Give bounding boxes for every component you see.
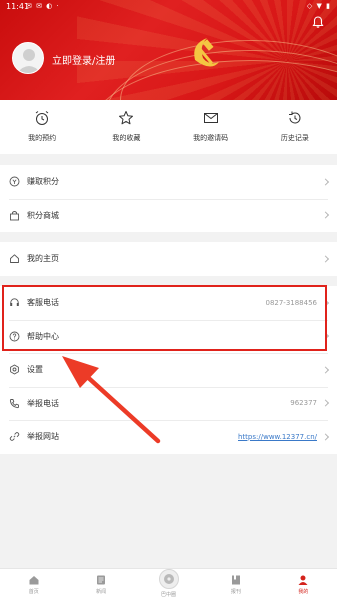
tab-newspaper[interactable]: 报刊 [202,569,269,600]
report-phone-number: 962377 [290,399,317,408]
row-label: 积分商城 [27,210,59,220]
shortcut-label: 我的预约 [28,134,57,142]
chevron-right-icon [321,433,330,441]
home-tab-icon [29,576,39,585]
row-points-mall[interactable]: 积分商城 [0,198,337,233]
alarm-clock-icon [35,111,49,125]
history-icon [288,111,301,124]
row-label: 赚取积分 [27,177,59,187]
shortcut-history[interactable]: 历史记录 [253,100,337,154]
tab-mine[interactable]: 我的 [270,569,337,600]
annotation-highlight-box [2,285,327,351]
shortcut-my-favorites[interactable]: 我的收藏 [84,100,168,154]
tab-label: 新闻 [96,589,107,595]
tab-label: 首页 [28,589,39,595]
row-my-homepage[interactable]: 我的主页 [0,242,337,276]
shortcut-my-reservations[interactable]: 我的预约 [0,100,84,154]
chevron-right-icon [321,366,330,374]
status-bar: 11:41 ✉ ✉ ◐ · ◇ ▼ ▮ [0,0,337,14]
shortcut-label: 我的邀请码 [193,134,229,142]
tab-home[interactable]: 首页 [0,569,67,600]
row-label: 我的主页 [27,254,59,264]
shop-icon [10,210,19,221]
login-register-link[interactable]: 立即登录/注册 [52,52,115,67]
paper-tab-icon [231,575,240,585]
disc-tab-icon [158,569,179,589]
user-tab-icon [298,575,308,585]
row-report-phone[interactable]: 举报电话 962377 [0,386,337,421]
bottom-navigation: 首页 新闻 巴中圈 报刊 我的 [0,568,337,600]
row-label: 举报电话 [27,398,59,408]
row-label: 设置 [27,365,43,375]
coin-icon [9,176,20,187]
status-system-icons: ◇ ▼ ▮ [306,2,331,10]
chevron-right-icon [321,211,330,219]
row-report-website[interactable]: 举报网站 https://www.12377.cn/ [0,420,337,454]
points-group: 赚取积分 积分商城 [0,165,337,232]
tab-news[interactable]: 新闻 [67,569,134,600]
row-earn-points[interactable]: 赚取积分 [0,165,337,199]
chevron-right-icon [321,178,330,186]
home-icon [10,254,19,264]
chevron-right-icon [321,255,330,263]
envelope-icon [203,113,218,123]
shortcut-my-invite-code[interactable]: 我的邀请码 [169,100,253,154]
report-website-link[interactable]: https://www.12377.cn/ [238,433,317,441]
tab-label: 巴中圈 [161,592,177,598]
chevron-right-icon [321,399,330,407]
phone-icon [9,398,19,408]
tab-label: 报刊 [230,589,241,595]
row-label: 举报网站 [27,432,59,442]
link-icon [9,432,20,442]
disc-inner-icon [163,574,174,584]
settings-icon [10,364,19,375]
hammer-sickle-emblem-icon [194,38,219,67]
star-icon [119,111,134,125]
default-user-icon [17,49,41,73]
news-tab-icon [97,575,106,585]
shortcut-label: 历史记录 [280,134,309,142]
row-settings[interactable]: 设置 [0,353,337,387]
tab-bazhong-circle[interactable]: 巴中圈 [135,569,202,600]
status-notification-icons: ✉ ✉ ◐ · [26,2,60,10]
tab-label: 我的 [298,589,309,595]
shortcut-row: 我的预约 我的收藏 我的邀请码 历史记录 [0,100,337,154]
profile-header: 11:41 ✉ ✉ ◐ · ◇ ▼ ▮ 立即登录/注册 [0,0,337,100]
homepage-group: 我的主页 [0,242,337,276]
shortcut-label: 我的收藏 [112,134,141,142]
bell-icon[interactable] [311,15,325,29]
avatar[interactable] [12,42,44,74]
